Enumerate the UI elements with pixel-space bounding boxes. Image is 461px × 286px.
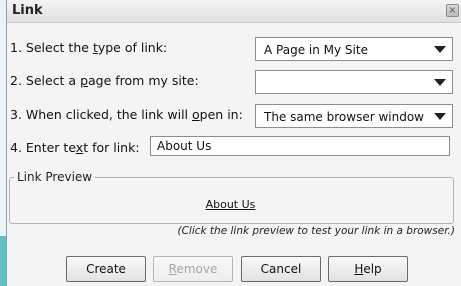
page-dropdown[interactable] — [255, 70, 453, 94]
remove-button[interactable]: Remove — [153, 256, 233, 282]
link-type-dropdown[interactable]: A Page in My Site — [255, 37, 453, 61]
link-text-input[interactable] — [150, 136, 450, 156]
chevron-down-icon — [434, 79, 446, 86]
page-label: 2. Select a page from my site: — [10, 73, 199, 88]
close-icon[interactable]: × — [446, 4, 459, 17]
chevron-down-icon — [434, 46, 446, 53]
link-text-label: 4. Enter text for link: — [10, 140, 140, 155]
link-type-label: 1. Select the type of link: — [10, 40, 168, 55]
help-button[interactable]: Help — [328, 256, 408, 282]
open-in-value: The same browser window — [264, 110, 424, 124]
open-in-label: 3. When clicked, the link will open in: — [10, 107, 243, 122]
cancel-button[interactable]: Cancel — [241, 256, 321, 282]
link-preview-link[interactable]: About Us — [0, 198, 461, 211]
create-button[interactable]: Create — [66, 256, 146, 282]
open-in-dropdown[interactable]: The same browser window — [255, 104, 453, 128]
link-type-value: A Page in My Site — [264, 43, 368, 57]
link-preview-legend: Link Preview — [14, 170, 96, 184]
preview-hint: (Click the link preview to test your lin… — [177, 225, 455, 237]
dialog-titlebar: Link × — [7, 0, 461, 23]
chevron-down-icon — [434, 113, 446, 120]
dialog-title: Link — [12, 3, 43, 18]
